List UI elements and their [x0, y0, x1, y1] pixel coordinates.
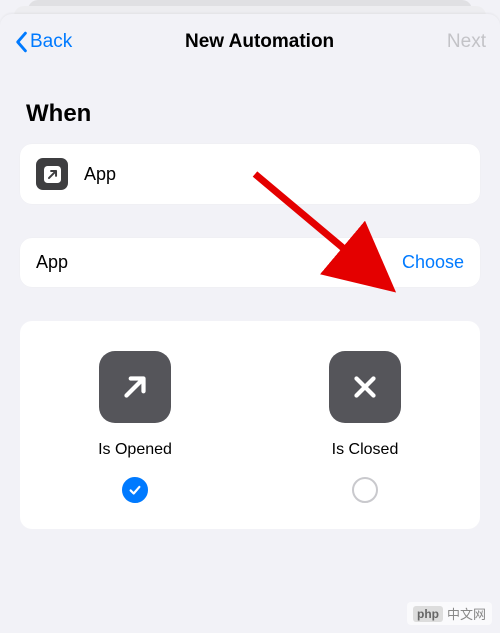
- chevron-left-icon: [14, 31, 28, 53]
- app-trigger-icon: [36, 158, 68, 190]
- watermark-text: 中文网: [447, 604, 486, 623]
- check-icon: [128, 483, 142, 497]
- trigger-card: App: [20, 144, 480, 204]
- content: When App App Choose: [0, 70, 500, 539]
- option-closed-label: Is Closed: [332, 441, 399, 459]
- watermark-logo: php: [413, 606, 443, 622]
- chooser-row: App Choose: [20, 238, 480, 287]
- next-button: Next: [447, 31, 486, 53]
- nav-bar: Back New Automation Next: [0, 14, 500, 70]
- back-label: Back: [30, 31, 72, 53]
- back-button[interactable]: Back: [14, 31, 72, 53]
- chooser-card: App Choose: [20, 238, 480, 287]
- modal-sheet: Back New Automation Next When App App Ch…: [0, 14, 500, 633]
- options-card: Is Opened Is Closed: [20, 321, 480, 529]
- open-icon: [99, 351, 171, 423]
- arrow-up-right-icon: [44, 166, 61, 183]
- section-title: When: [26, 100, 474, 128]
- x-icon: [348, 370, 382, 404]
- trigger-row[interactable]: App: [20, 144, 480, 204]
- arrow-up-right-icon: [118, 370, 152, 404]
- option-is-opened[interactable]: Is Opened: [20, 351, 250, 503]
- close-icon: [329, 351, 401, 423]
- page-title: New Automation: [185, 31, 334, 53]
- chooser-label: App: [36, 252, 402, 273]
- radio-is-opened[interactable]: [122, 477, 148, 503]
- option-is-closed[interactable]: Is Closed: [250, 351, 480, 503]
- watermark: php 中文网: [407, 602, 492, 625]
- trigger-label: App: [84, 164, 464, 185]
- choose-button[interactable]: Choose: [402, 252, 464, 273]
- option-opened-label: Is Opened: [98, 441, 172, 459]
- radio-is-closed[interactable]: [352, 477, 378, 503]
- sheet-stack: [0, 0, 500, 14]
